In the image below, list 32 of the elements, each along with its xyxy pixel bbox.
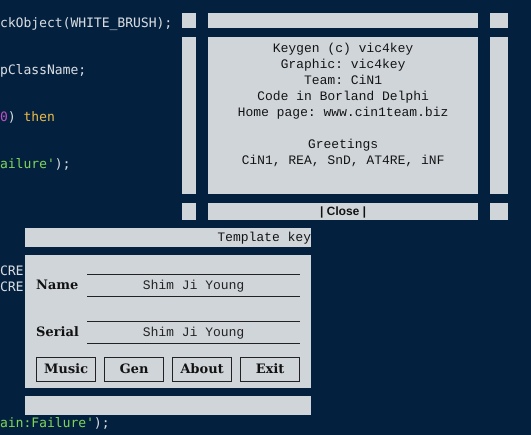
panel-block xyxy=(490,13,508,28)
field-label: Serial xyxy=(36,324,80,342)
input-field[interactable]: Shim Ji Young xyxy=(87,321,300,344)
about-text: Home page: www.cin1team.biz xyxy=(238,105,448,121)
about-text: Team: CiN1 xyxy=(304,73,382,89)
greetings-text: CiN1, REA, SnD, AT4RE, iNF xyxy=(242,153,444,169)
about-text: Keygen (c) vic4key xyxy=(272,41,414,57)
panel-block xyxy=(182,203,196,220)
close-button[interactable]: | Close | xyxy=(208,203,478,220)
about-text: Graphic: vic4key xyxy=(280,57,406,73)
action-button[interactable]: Exit xyxy=(240,357,300,382)
about-text: Code in Borland Delphi xyxy=(257,89,429,105)
field-label: Name xyxy=(36,276,80,295)
code-text: CRE xyxy=(0,264,24,279)
action-button[interactable]: Gen xyxy=(104,357,164,382)
code-text: ) xyxy=(8,110,17,125)
code-text: ); xyxy=(54,157,70,172)
code-text: ); xyxy=(94,416,110,431)
window-title: Template key xyxy=(217,228,311,247)
code-text: CRE xyxy=(0,280,24,295)
code-text: ain:Failure' xyxy=(0,416,94,431)
panel-block xyxy=(182,13,196,28)
code-text: ailure' xyxy=(0,157,55,172)
code-text: 0 xyxy=(0,110,8,125)
code-text: ckObject(WHITE_BRUSH); xyxy=(0,16,172,31)
input-field[interactable]: Shim Ji Young xyxy=(87,274,300,297)
code-text: pClassName; xyxy=(0,63,86,78)
code-text: then xyxy=(23,110,55,125)
greetings-text: Greetings xyxy=(308,137,378,153)
panel-block xyxy=(490,203,508,220)
action-button[interactable]: Music xyxy=(36,357,96,382)
action-button[interactable]: About xyxy=(172,357,232,382)
